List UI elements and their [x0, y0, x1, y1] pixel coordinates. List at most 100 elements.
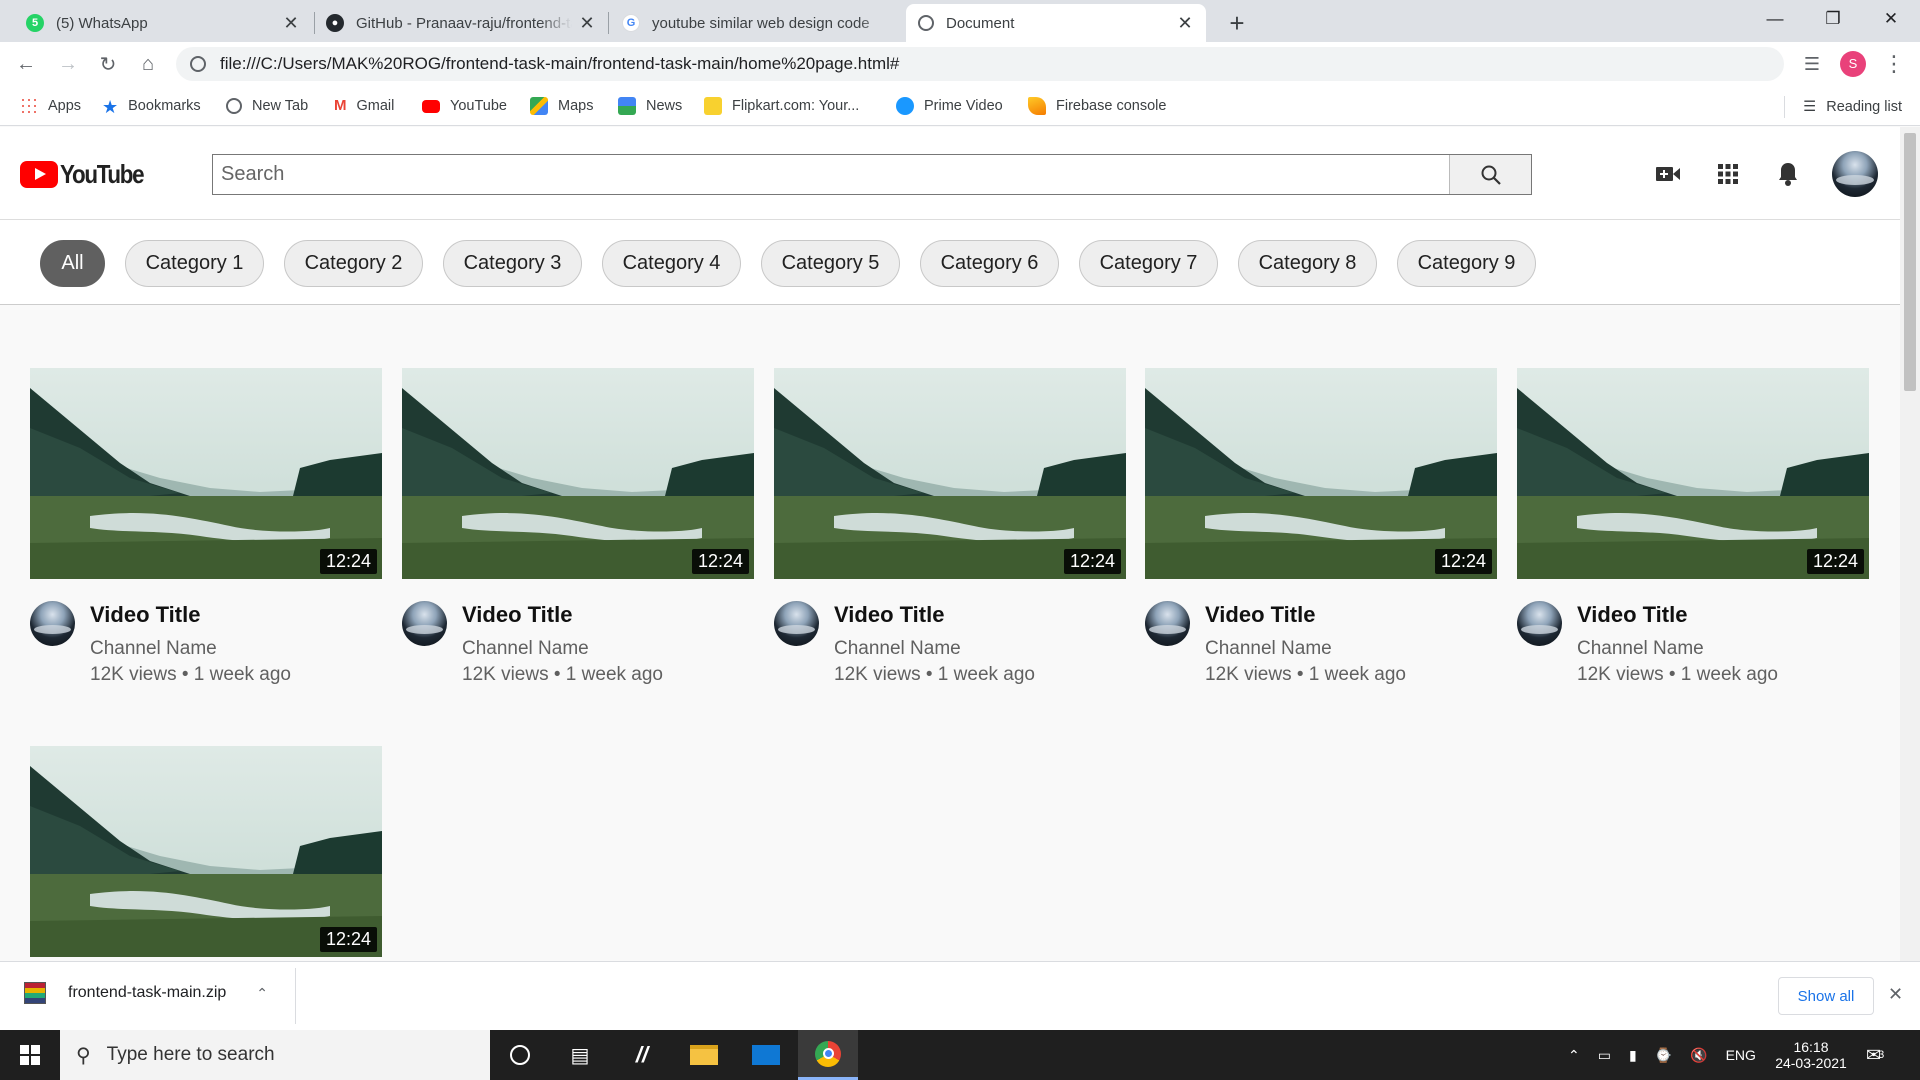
- new-tab-button[interactable]: +: [1220, 6, 1254, 40]
- app-pinned-icon[interactable]: //: [612, 1030, 672, 1080]
- windows-start-icon[interactable]: [0, 1030, 60, 1080]
- battery-icon[interactable]: ▮: [1629, 1047, 1637, 1064]
- video-card[interactable]: 12:24Video TitleChannel Name12K views • …: [1517, 368, 1869, 708]
- restore-button[interactable]: ❐: [1804, 0, 1862, 38]
- video-card[interactable]: 12:24Video TitleChannel Name12K views • …: [30, 368, 382, 708]
- volume-muted-icon[interactable]: 🔇: [1690, 1047, 1707, 1064]
- reading-list[interactable]: ☰ Reading list: [1784, 96, 1902, 118]
- language-indicator[interactable]: ENG: [1726, 1047, 1756, 1063]
- cortana-icon[interactable]: [490, 1030, 550, 1080]
- chevron-up-icon[interactable]: ⌃: [1568, 1047, 1580, 1064]
- chip-category-3[interactable]: Category 3: [443, 240, 582, 287]
- news-icon: [618, 97, 636, 115]
- video-duration: 12:24: [1806, 549, 1864, 574]
- scrollbar-thumb[interactable]: [1904, 133, 1916, 391]
- forward-icon[interactable]: →: [52, 48, 84, 80]
- chip-category-5[interactable]: Category 5: [761, 240, 900, 287]
- taskbar-search[interactable]: ⚲ Type here to search: [60, 1030, 490, 1080]
- chip-category-2[interactable]: Category 2: [284, 240, 423, 287]
- mail-icon[interactable]: [736, 1030, 796, 1080]
- tab-github[interactable]: ● GitHub - Pranaav-raju/frontend-task-ma…: [314, 4, 608, 42]
- channel-name[interactable]: Channel Name: [1205, 638, 1332, 660]
- menu-kebab-icon[interactable]: ⋮: [1878, 48, 1910, 80]
- video-card[interactable]: 12:24Video TitleChannel Name12K views • …: [30, 746, 382, 961]
- channel-name[interactable]: Channel Name: [834, 638, 961, 660]
- reload-icon[interactable]: ↻: [92, 48, 124, 80]
- video-title[interactable]: Video Title: [1205, 602, 1315, 628]
- channel-avatar[interactable]: [774, 601, 819, 646]
- user-avatar[interactable]: [1832, 151, 1878, 197]
- chip-all[interactable]: All: [40, 240, 105, 287]
- wifi-icon[interactable]: ⌚: [1655, 1047, 1672, 1064]
- profile-avatar[interactable]: S: [1840, 51, 1866, 77]
- address-bar[interactable]: file:///C:/Users/MAK%20ROG/frontend-task…: [176, 47, 1784, 81]
- tab-document[interactable]: Document ✕: [906, 4, 1206, 42]
- meet-now-icon[interactable]: ▭: [1598, 1047, 1611, 1064]
- video-card[interactable]: 12:24Video TitleChannel Name12K views • …: [1145, 368, 1497, 708]
- channel-avatar[interactable]: [1145, 601, 1190, 646]
- close-tab-icon[interactable]: ✕: [282, 13, 300, 34]
- video-card[interactable]: 12:24Video TitleChannel Name12K views • …: [402, 368, 754, 708]
- bookmark-youtube[interactable]: YouTube: [422, 96, 507, 116]
- bookmark-news[interactable]: News: [618, 96, 682, 116]
- notifications-bell-icon[interactable]: [1774, 160, 1802, 188]
- create-video-icon[interactable]: [1654, 160, 1682, 188]
- vertical-scrollbar[interactable]: [1900, 127, 1920, 961]
- home-icon[interactable]: ⌂: [132, 48, 164, 80]
- video-thumbnail[interactable]: 12:24: [1517, 368, 1869, 579]
- video-thumbnail[interactable]: 12:24: [1145, 368, 1497, 579]
- chip-category-9[interactable]: Category 9: [1397, 240, 1536, 287]
- search-button[interactable]: [1449, 155, 1531, 194]
- bookmark-prime-video[interactable]: Prime Video: [896, 96, 1003, 116]
- show-all-button[interactable]: Show all: [1778, 977, 1874, 1015]
- chip-category-7[interactable]: Category 7: [1079, 240, 1218, 287]
- chrome-icon[interactable]: [798, 1030, 858, 1080]
- tab-google-search[interactable]: G youtube similar web design code: [610, 4, 906, 42]
- video-thumbnail[interactable]: 12:24: [30, 746, 382, 957]
- site-info-icon[interactable]: [190, 56, 206, 72]
- video-thumbnail[interactable]: 12:24: [30, 368, 382, 579]
- chip-category-8[interactable]: Category 8: [1238, 240, 1377, 287]
- channel-avatar[interactable]: [402, 601, 447, 646]
- media-control-icon[interactable]: ☰: [1796, 48, 1828, 80]
- close-downloads-icon[interactable]: ✕: [1888, 984, 1903, 1005]
- clock[interactable]: 16:18 24-03-2021: [1770, 1030, 1852, 1080]
- close-tab-icon[interactable]: ✕: [1176, 13, 1194, 34]
- youtube-logo[interactable]: YouTube: [20, 159, 157, 190]
- channel-avatar[interactable]: [1517, 601, 1562, 646]
- download-item[interactable]: frontend-task-main.zip ⌃: [24, 982, 268, 1004]
- bookmark-bookmarks[interactable]: ★ Bookmarks: [102, 96, 201, 117]
- bookmark-flipkart[interactable]: Flipkart.com: Your...: [704, 96, 859, 116]
- chip-category-6[interactable]: Category 6: [920, 240, 1059, 287]
- bookmark-new-tab[interactable]: New Tab: [226, 96, 308, 116]
- video-card[interactable]: 12:24Video TitleChannel Name12K views • …: [774, 368, 1126, 708]
- channel-name[interactable]: Channel Name: [90, 638, 217, 660]
- chip-category-1[interactable]: Category 1: [125, 240, 264, 287]
- file-explorer-icon[interactable]: [674, 1030, 734, 1080]
- action-center-icon[interactable]: ✉ 3: [1866, 1030, 1884, 1080]
- channel-avatar[interactable]: [30, 601, 75, 646]
- back-icon[interactable]: ←: [10, 48, 42, 80]
- close-tab-icon[interactable]: ✕: [578, 13, 596, 34]
- close-window-button[interactable]: ✕: [1862, 0, 1920, 38]
- channel-name[interactable]: Channel Name: [1577, 638, 1704, 660]
- chevron-up-icon[interactable]: ⌃: [256, 985, 268, 1002]
- bookmark-maps[interactable]: Maps: [530, 96, 593, 116]
- bookmark-firebase[interactable]: Firebase console: [1028, 96, 1166, 116]
- video-title[interactable]: Video Title: [834, 602, 944, 628]
- tab-whatsapp[interactable]: 5 (5) WhatsApp ✕: [14, 4, 312, 42]
- video-thumbnail[interactable]: 12:24: [402, 368, 754, 579]
- channel-name[interactable]: Channel Name: [462, 638, 589, 660]
- video-title[interactable]: Video Title: [1577, 602, 1687, 628]
- task-view-icon[interactable]: ▤: [550, 1030, 610, 1080]
- chip-category-4[interactable]: Category 4: [602, 240, 741, 287]
- bookmark-label: Firebase console: [1056, 98, 1167, 114]
- bookmark-apps[interactable]: Apps: [20, 96, 81, 116]
- video-thumbnail[interactable]: 12:24: [774, 368, 1126, 579]
- apps-icon[interactable]: [1714, 160, 1742, 188]
- minimize-button[interactable]: —: [1746, 0, 1804, 38]
- search-input[interactable]: [213, 155, 1449, 194]
- video-title[interactable]: Video Title: [462, 602, 572, 628]
- bookmark-gmail[interactable]: M Gmail: [334, 96, 394, 116]
- video-title[interactable]: Video Title: [90, 602, 200, 628]
